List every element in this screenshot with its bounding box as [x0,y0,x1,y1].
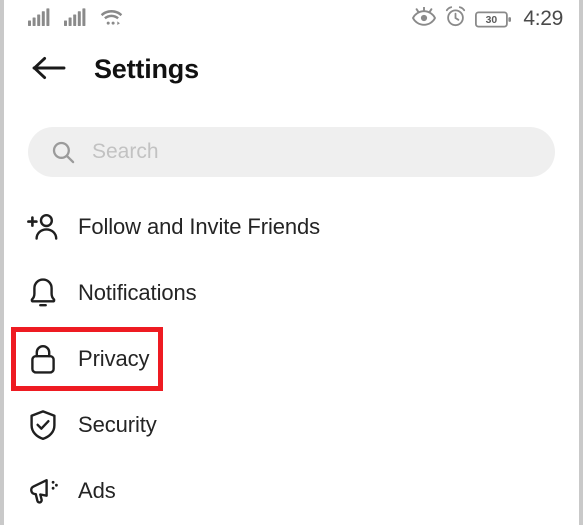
list-item[interactable]: Security [4,392,579,458]
battery-level-text: 30 [486,15,498,26]
list-item-label: Ads [78,478,116,503]
list-item[interactable]: Notifications [4,260,579,326]
shield-check-icon [26,408,60,442]
lock-icon [26,342,60,376]
megaphone-icon [26,474,60,508]
back-button[interactable] [28,48,70,90]
phone-screen: 30 4:29 Settings Search Follow and Invit… [0,0,583,525]
list-item[interactable]: Follow and Invite Friends [4,194,579,260]
wifi-icon [100,8,123,31]
cellular-signal-icon-2 [64,7,87,31]
list-item-label: Notifications [78,280,197,305]
eye-icon [412,6,437,32]
alarm-clock-icon [445,6,466,32]
list-item[interactable]: Privacy [4,326,579,392]
battery-icon: 30 [475,9,513,30]
status-bar-clock: 4:29 [523,7,563,30]
cellular-signal-icon-1 [28,7,51,31]
search-section [4,100,579,177]
bell-icon [26,276,60,310]
app-header: Settings [4,38,579,100]
arrow-left-icon [32,55,66,84]
list-item-label: Security [78,412,157,437]
settings-list: Follow and Invite Friends Notifications Pr… [4,194,579,524]
search-input[interactable] [92,127,533,177]
list-item-label: Privacy [78,346,150,371]
search-icon [50,139,76,165]
list-item-label: Follow and Invite Friends [78,214,321,239]
list-item[interactable]: Ads [4,458,579,524]
page-title: Settings [94,53,199,84]
search-bar[interactable] [28,127,555,177]
status-bar-left [28,7,123,31]
person-add-icon [26,210,60,244]
status-bar: 30 4:29 [4,0,579,38]
status-bar-right: 30 4:29 [412,6,563,32]
